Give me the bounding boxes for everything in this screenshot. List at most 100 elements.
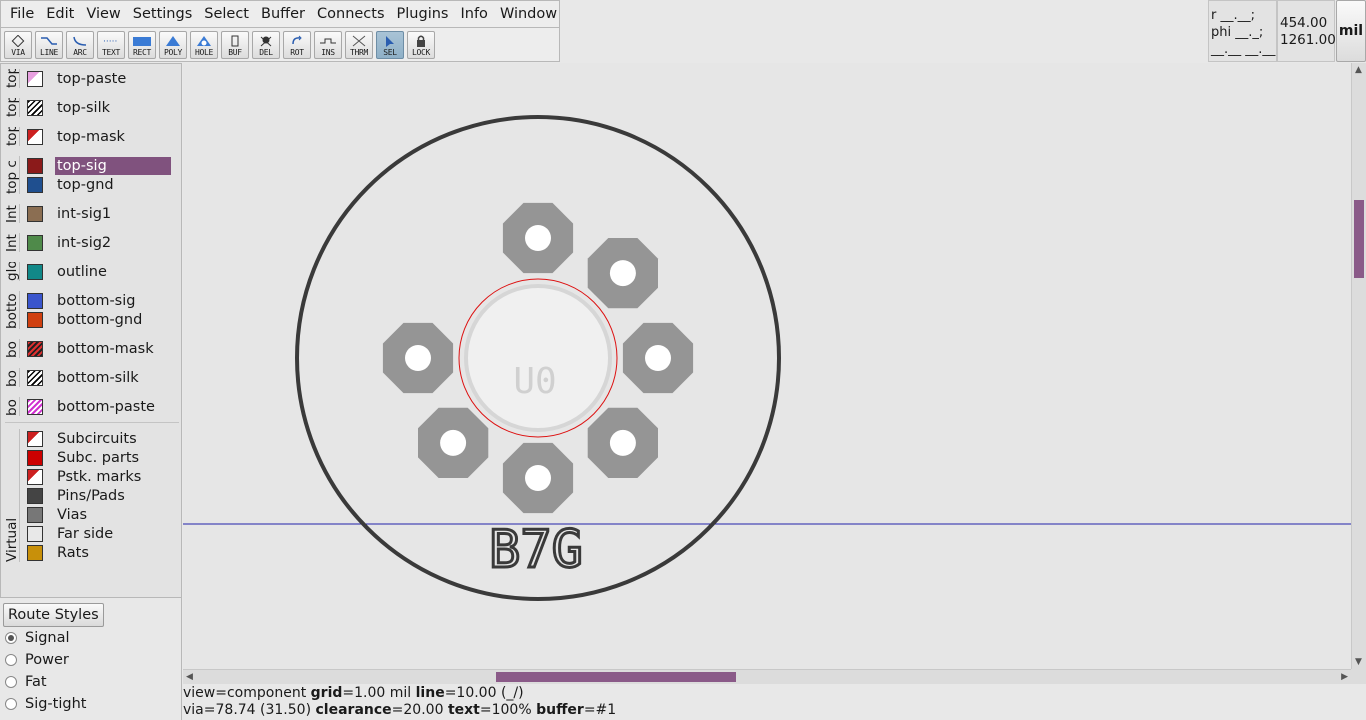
tool-text-button[interactable]: ····· TEXT [97, 30, 125, 59]
layer-visibility-swatch[interactable] [27, 487, 43, 504]
layer-group-tab[interactable]: Int [5, 233, 20, 252]
route-style-fat[interactable]: Fat [5, 674, 47, 690]
layer-group-tab[interactable]: bo [5, 339, 20, 358]
scroll-left-icon[interactable]: ◀ [186, 672, 193, 682]
layer-visibility-swatch[interactable] [27, 292, 43, 309]
unit-toggle-button[interactable]: mil [1336, 0, 1366, 62]
layer-label[interactable]: Rats [55, 544, 171, 562]
menu-connects[interactable]: Connects [311, 1, 391, 27]
layer-label[interactable]: Vias [55, 506, 171, 524]
scroll-up-icon[interactable]: ▲ [1355, 65, 1362, 75]
layer-group-tab[interactable]: glo [5, 262, 20, 281]
layer-label[interactable]: int-sig1 [55, 205, 171, 223]
menu-view[interactable]: View [80, 1, 126, 27]
layer-label[interactable]: Pstk. marks [55, 468, 171, 486]
layer-label[interactable]: Far side [55, 525, 171, 543]
virtual-layer-vias[interactable]: Vias [27, 505, 173, 524]
layer-visibility-swatch[interactable] [27, 369, 43, 386]
layer-top-silk[interactable]: top-silk [27, 98, 173, 117]
vertical-scroll-thumb[interactable] [1354, 200, 1364, 278]
menu-select[interactable]: Select [198, 1, 255, 27]
layer-visibility-swatch[interactable] [27, 70, 43, 87]
layer-visibility-swatch[interactable] [27, 398, 43, 415]
radio-fat[interactable] [5, 676, 17, 688]
tool-buf-button[interactable]: BUF [221, 30, 249, 59]
tool-thrm-button[interactable]: THRM [345, 30, 373, 59]
tool-hole-button[interactable]: HOLE [190, 30, 218, 59]
layer-label[interactable]: top-paste [55, 70, 171, 88]
menu-buffer[interactable]: Buffer [255, 1, 311, 27]
tool-ins-button[interactable]: INS [314, 30, 342, 59]
tool-rot-button[interactable]: ROT [283, 30, 311, 59]
scroll-down-icon[interactable]: ▼ [1355, 657, 1362, 667]
layer-bottom-sig[interactable]: bottom-sig [27, 291, 173, 310]
virtual-layer-pins-pads[interactable]: Pins/Pads [27, 486, 173, 505]
horizontal-scroll-thumb[interactable] [496, 672, 736, 682]
layer-visibility-swatch[interactable] [27, 525, 43, 542]
tool-lock-button[interactable]: LOCK [407, 30, 435, 59]
layer-bottom-silk[interactable]: bottom-silk [27, 368, 173, 387]
layer-bottom-paste[interactable]: bottom-paste [27, 397, 173, 416]
layer-outline[interactable]: outline [27, 262, 173, 281]
layer-label[interactable]: top-gnd [55, 176, 171, 194]
layer-visibility-swatch[interactable] [27, 128, 43, 145]
layer-bottom-mask[interactable]: bottom-mask [27, 339, 173, 358]
scroll-right-icon[interactable]: ▶ [1341, 672, 1348, 682]
refdes-label[interactable]: U0 [513, 361, 556, 402]
board-drawing[interactable]: U0 B7G [183, 63, 1351, 669]
tool-via-button[interactable]: VIA [4, 30, 32, 59]
layer-visibility-swatch[interactable] [27, 205, 43, 222]
layer-group-tab[interactable]: top [5, 98, 20, 117]
layer-group-tab[interactable]: Int [5, 204, 20, 223]
radio-signal[interactable] [5, 632, 17, 644]
layer-group-tab[interactable]: botto [5, 291, 20, 329]
layer-label[interactable]: int-sig2 [55, 234, 171, 252]
tool-arc-button[interactable]: ARC [66, 30, 94, 59]
layer-group-tab[interactable]: bo [5, 397, 20, 416]
layer-label[interactable]: bottom-paste [55, 398, 171, 416]
layer-visibility-swatch[interactable] [27, 544, 43, 561]
horizontal-scrollbar[interactable]: ◀ ▶ [183, 669, 1351, 684]
tool-line-button[interactable]: LINE [35, 30, 63, 59]
tool-rect-button[interactable]: RECT [128, 30, 156, 59]
layer-visibility-swatch[interactable] [27, 99, 43, 116]
menu-window[interactable]: Window [494, 1, 563, 27]
layer-label[interactable]: Pins/Pads [55, 487, 171, 505]
radio-power[interactable] [5, 654, 17, 666]
center-hole[interactable] [464, 284, 612, 432]
layer-label[interactable]: Subc. parts [55, 449, 171, 467]
virtual-layer-far-side[interactable]: Far side [27, 524, 173, 543]
menu-plugins[interactable]: Plugins [391, 1, 455, 27]
layer-label[interactable]: bottom-gnd [55, 311, 171, 329]
layer-top-mask[interactable]: top-mask [27, 127, 173, 146]
layer-bottom-gnd[interactable]: bottom-gnd [27, 310, 173, 329]
layer-visibility-swatch[interactable] [27, 176, 43, 193]
layer-visibility-swatch[interactable] [27, 157, 43, 174]
menu-edit[interactable]: Edit [40, 1, 80, 27]
footprint-label[interactable]: B7G [488, 519, 585, 582]
layer-label[interactable]: bottom-mask [55, 340, 171, 358]
layer-top-paste[interactable]: top-paste [27, 69, 173, 88]
layer-top-gnd[interactable]: top-gnd [27, 175, 173, 194]
layer-label[interactable]: top-silk [55, 99, 171, 117]
layer-label[interactable]: outline [55, 263, 171, 281]
layer-visibility-swatch[interactable] [27, 340, 43, 357]
layer-visibility-swatch[interactable] [27, 430, 43, 447]
layer-label[interactable]: Subcircuits [55, 430, 171, 448]
layer-visibility-swatch[interactable] [27, 234, 43, 251]
layer-visibility-swatch[interactable] [27, 468, 43, 485]
layer-visibility-swatch[interactable] [27, 263, 43, 280]
drawing-canvas[interactable]: U0 B7G [183, 63, 1351, 669]
virtual-layer-subc-parts[interactable]: Subc. parts [27, 448, 173, 467]
vertical-scrollbar[interactable]: ▲ ▼ [1351, 63, 1366, 669]
layer-group-tab[interactable]: top [5, 69, 20, 88]
layer-int-sig1[interactable]: int-sig1 [27, 204, 173, 223]
route-styles-button[interactable]: Route Styles [3, 603, 104, 627]
route-style-sig-tight[interactable]: Sig-tight [5, 696, 86, 712]
layer-label[interactable]: bottom-silk [55, 369, 171, 387]
menu-file[interactable]: File [4, 1, 40, 27]
layer-visibility-swatch[interactable] [27, 311, 43, 328]
layer-label[interactable]: top-sig [55, 156, 171, 175]
route-style-power[interactable]: Power [5, 652, 69, 668]
layer-label[interactable]: top-mask [55, 128, 171, 146]
